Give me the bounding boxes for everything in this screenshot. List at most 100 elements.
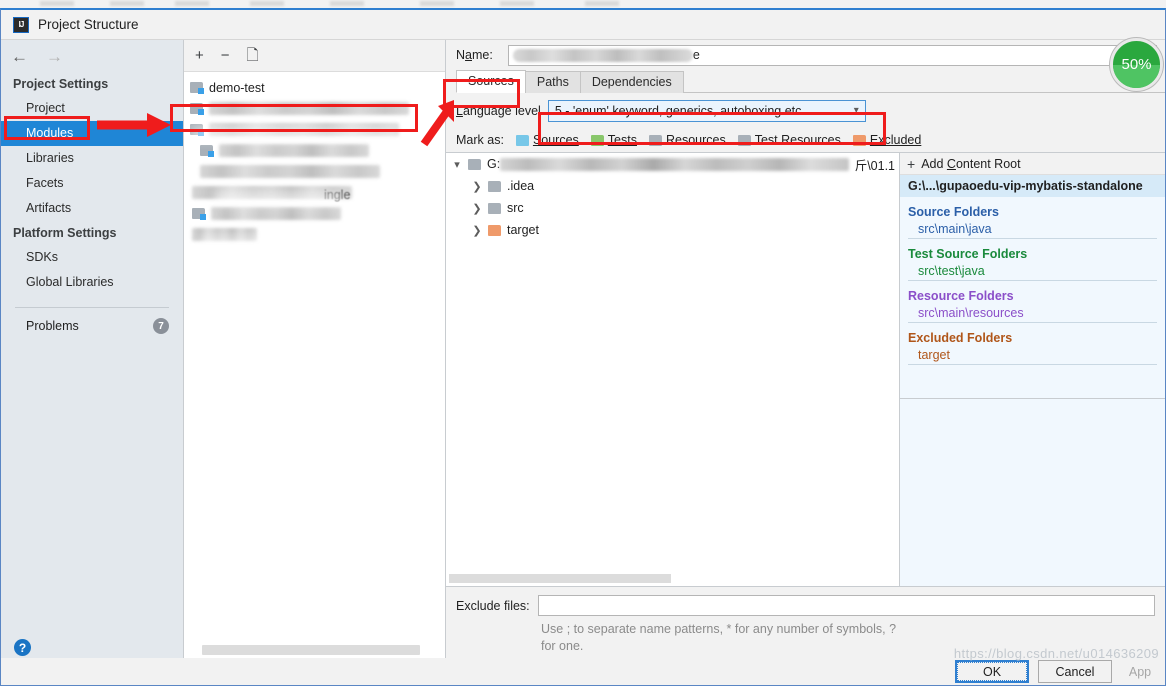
redacted-module-label <box>200 165 380 178</box>
add-content-root-label: Add Content Root <box>921 156 1021 171</box>
modules-list-panel: + − 🗋 demo-test <box>184 40 446 661</box>
mark-as-test-resources-button[interactable]: Test Resources <box>737 133 841 147</box>
mark-as-test-resources-label: Test Resources <box>754 133 841 147</box>
sidebar-item-facets[interactable]: Facets <box>1 171 183 196</box>
mark-as-tests-button[interactable]: Tests <box>590 133 637 147</box>
cancel-button[interactable]: Cancel <box>1038 660 1112 683</box>
resources-folder-icon <box>648 134 662 146</box>
add-module-button[interactable]: + <box>195 48 204 63</box>
language-level-value: 5 - 'enum' keyword, generics, autoboxing… <box>554 103 805 118</box>
tree-root-suffix: 斤\01.1 <box>854 158 895 173</box>
copy-icon[interactable]: 🗋 <box>247 48 259 63</box>
module-folder-icon <box>192 208 206 220</box>
tree-root-prefix: G: <box>487 157 501 171</box>
redacted-name-value <box>512 48 693 62</box>
test-source-folders-title: Test Source Folders <box>908 247 1028 261</box>
language-level-label: Language level <box>456 103 541 118</box>
tree-row-root[interactable]: ▾ G: 斤\01.1 <box>446 153 899 175</box>
window-top-strip <box>0 0 1166 8</box>
window-title: Project Structure <box>38 17 139 32</box>
list-item[interactable]: demo-test <box>184 77 445 98</box>
blur-smudge <box>190 126 400 140</box>
tree-row-src[interactable]: ❯ src <box>446 197 899 219</box>
excluded-folders-title: Excluded Folders <box>908 331 1013 345</box>
intellij-idea-icon: IJ <box>13 16 29 33</box>
module-folder-icon <box>200 145 214 157</box>
tab-dependencies[interactable]: Dependencies <box>579 71 684 93</box>
dialog-button-bar: OK Cancel App <box>1 658 1165 685</box>
modules-toolbar: + − 🗋 <box>184 40 445 72</box>
list-item[interactable] <box>184 140 445 161</box>
mark-as-resources-button[interactable]: Resources <box>648 133 726 147</box>
tree-horizontal-scrollbar[interactable] <box>449 574 671 583</box>
language-level-row: Language level 5 - 'enum' keyword, gener… <box>446 93 1165 128</box>
exclude-files-row: Exclude files: <box>456 595 1155 616</box>
content-roots-divider <box>900 398 1165 399</box>
redacted-module-label <box>219 144 369 157</box>
resource-folder-item[interactable]: src\main\resources <box>908 304 1157 323</box>
folder-icon <box>488 180 501 192</box>
list-item[interactable] <box>184 98 445 119</box>
help-icon[interactable]: ? <box>14 639 31 656</box>
exclude-files-input[interactable] <box>537 595 1155 616</box>
sidebar-group-platform-settings: Platform Settings <box>13 226 117 240</box>
sources-folder-icon <box>515 134 529 146</box>
chevron-right-icon[interactable]: ❯ <box>466 202 488 215</box>
tab-sources[interactable]: Sources <box>456 70 526 93</box>
mark-as-sources-label: Sources <box>532 133 579 147</box>
content-folder-tree: ▾ G: 斤\01.1 ❯ .idea ❯ src ❯ target <box>446 153 899 586</box>
sidebar-item-libraries[interactable]: Libraries <box>1 146 183 171</box>
content-tree-wrapper: ▾ G: 斤\01.1 ❯ .idea ❯ src ❯ target + Add… <box>446 152 1165 587</box>
sidebar-item-global-libraries[interactable]: Global Libraries <box>1 270 183 295</box>
mark-as-resources-label: Resources <box>665 133 726 147</box>
add-content-root-button[interactable]: + Add Content Root <box>900 153 1165 175</box>
module-name-input[interactable]: e <box>507 44 1157 66</box>
arrow-right-icon[interactable]: → <box>46 48 63 65</box>
test-source-folder-item[interactable]: src\test\java <box>908 262 1157 281</box>
folder-icon <box>488 202 501 214</box>
source-folder-item[interactable]: src\main\java <box>908 220 1157 239</box>
excluded-folder-icon <box>852 134 866 146</box>
module-name-row: Name: e <box>446 40 1165 70</box>
apply-button[interactable]: App <box>1121 660 1159 683</box>
mark-as-label: Mark as: <box>456 133 504 147</box>
chevron-right-icon[interactable]: ❯ <box>466 180 488 193</box>
remove-module-button[interactable]: − <box>221 48 230 63</box>
list-item[interactable] <box>184 203 445 224</box>
language-level-select[interactable]: 5 - 'enum' keyword, generics, autoboxing… <box>547 99 866 122</box>
blur-smudge <box>214 192 344 205</box>
mark-as-excluded-button[interactable]: Excluded <box>852 133 921 147</box>
modules-horizontal-scrollbar[interactable] <box>202 645 420 655</box>
mark-as-sources-button[interactable]: Sources <box>515 133 579 147</box>
chevron-down-icon: ▾ <box>853 105 859 116</box>
chevron-right-icon[interactable]: ❯ <box>466 224 488 237</box>
annotation-arrow-to-modules <box>97 113 171 137</box>
progress-badge: 50% <box>1110 38 1163 91</box>
module-folder-icon <box>190 82 204 94</box>
exclude-files-hint: Use ; to separate name patterns, * for a… <box>541 622 897 653</box>
redacted-root-path <box>500 157 849 171</box>
tree-row-idea[interactable]: ❯ .idea <box>446 175 899 197</box>
sidebar-item-problems[interactable]: Problems 7 <box>1 308 183 334</box>
sidebar-item-sdks[interactable]: SDKs <box>1 245 183 270</box>
excluded-folder-item[interactable]: target <box>908 346 1157 365</box>
arrow-left-icon[interactable]: ← <box>11 48 28 65</box>
tests-folder-icon <box>590 134 604 146</box>
list-item[interactable] <box>184 161 445 182</box>
ok-button[interactable]: OK <box>955 660 1029 683</box>
source-folders-title: Source Folders <box>908 205 999 219</box>
content-root-path[interactable]: G:\...\gupaoedu-vip-mybatis-standalone <box>900 175 1165 197</box>
tree-row-target[interactable]: ❯ target <box>446 219 899 241</box>
tab-paths[interactable]: Paths <box>524 71 581 93</box>
sidebar-group-project-settings: Project Settings <box>13 77 109 91</box>
tree-node-label: src <box>507 201 524 215</box>
chevron-down-icon[interactable]: ▾ <box>446 158 468 171</box>
ok-button-label: OK <box>957 662 1027 681</box>
module-label: demo-test <box>209 80 265 95</box>
watermark: https://blog.csdn.net/u014636209 <box>953 646 1159 661</box>
source-folders-section: Source Folders src\main\java <box>900 197 1165 239</box>
exclude-files-label: Exclude files: <box>456 598 530 613</box>
annotation-arrow-to-language-level <box>420 100 454 147</box>
module-tabs: Sources Paths Dependencies <box>446 70 1165 93</box>
sidebar-item-artifacts[interactable]: Artifacts <box>1 196 183 221</box>
